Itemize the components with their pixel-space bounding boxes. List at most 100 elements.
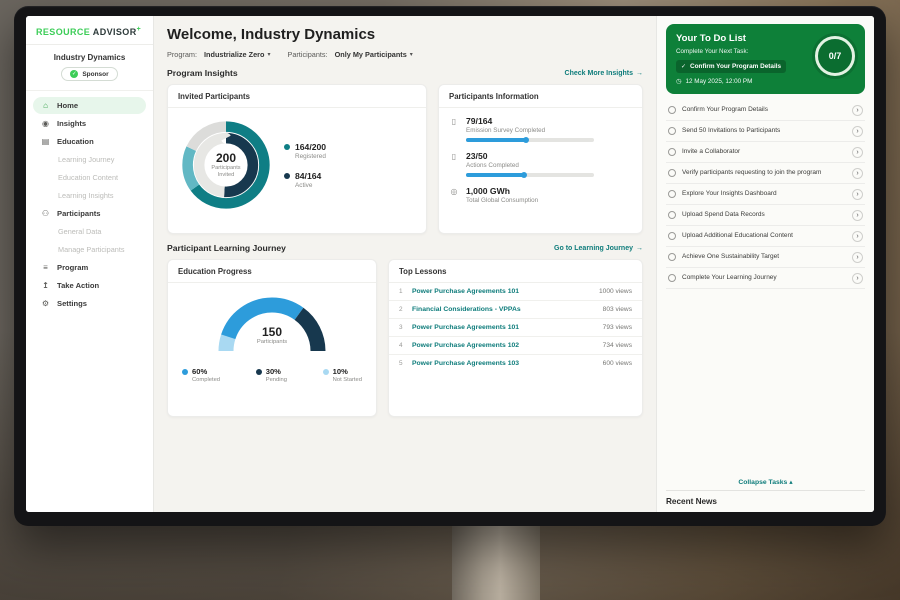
sidebar-item-learning-insights[interactable]: Learning Insights <box>33 187 146 204</box>
go-to-learning-journey-link[interactable]: Go to Learning Journey → <box>554 245 643 252</box>
task-row[interactable]: Complete Your Learning Journey › <box>666 268 865 289</box>
sidebar-item-general-data[interactable]: General Data <box>33 223 146 240</box>
sidebar-item-label: Program <box>57 263 88 272</box>
task-checkbox[interactable] <box>668 190 676 198</box>
task-checkbox[interactable] <box>668 169 676 177</box>
sidebar-item-participants[interactable]: ⚇ Participants <box>33 205 146 222</box>
arrow-right-icon: → <box>636 245 643 252</box>
card-title: Top Lessons <box>389 260 642 283</box>
task-row[interactable]: Send 50 Invitations to Participants › <box>666 121 865 142</box>
task-chevron-icon: › <box>852 168 863 179</box>
task-row[interactable]: Upload Spend Data Records › <box>666 205 865 226</box>
task-chevron-icon: › <box>852 189 863 200</box>
top-lessons-card: Top Lessons 1 Power Purchase Agreements … <box>388 259 643 417</box>
education-gauge: 150 Participants <box>212 289 332 359</box>
sidebar-nav: ⌂ Home ◉ Insights ▤ Education Learning J… <box>26 91 153 318</box>
due-date: ◷ 12 May 2025, 12:00 PM <box>676 78 855 85</box>
todo-card: Your To Do List Complete Your Next Task:… <box>666 24 865 94</box>
lesson-row[interactable]: 5 Power Purchase Agreements 103 600 view… <box>389 355 642 372</box>
check-more-insights-link[interactable]: Check More Insights → <box>565 70 643 77</box>
program-insights-header: Program Insights Check More Insights → <box>167 68 643 78</box>
task-chevron-icon: › <box>852 105 863 116</box>
task-chevron-icon: › <box>852 147 863 158</box>
lesson-row[interactable]: 2 Financial Considerations - VPPAs 803 v… <box>389 301 642 319</box>
sidebar-item-label: Participants <box>57 209 100 218</box>
donut-center: 200 Participants Invited <box>178 117 274 213</box>
settings-icon: ⚙ <box>40 299 51 308</box>
sidebar-item-manage-participants[interactable]: Manage Participants <box>33 241 146 258</box>
donut-center-label: Participants Invited <box>205 165 247 179</box>
lesson-row[interactable]: 1 Power Purchase Agreements 101 1000 vie… <box>389 283 642 301</box>
take-action-icon: ↥ <box>40 281 51 290</box>
sidebar-item-label: General Data <box>58 227 101 236</box>
sidebar-item-take-action[interactable]: ↥ Take Action <box>33 277 146 294</box>
legend-dot <box>284 173 290 179</box>
monitor-stand <box>452 522 540 600</box>
monitor-bezel: RESOURCE ADVISOR+ Industry Dynamics ✓ Sp… <box>14 6 886 526</box>
sponsor-label: Sponsor <box>82 71 108 78</box>
education-progress-card: Education Progress 150 Participants <box>167 259 377 417</box>
task-chevron-icon: › <box>852 126 863 137</box>
task-row[interactable]: Upload Additional Educational Content › <box>666 226 865 247</box>
sidebar-item-learning-journey[interactable]: Learning Journey <box>33 151 146 168</box>
sidebar-item-home[interactable]: ⌂ Home <box>33 97 146 114</box>
desk-background: RESOURCE ADVISOR+ Industry Dynamics ✓ Sp… <box>0 0 900 600</box>
card-title: Invited Participants <box>168 85 426 108</box>
lesson-row[interactable]: 3 Power Purchase Agreements 101 793 view… <box>389 319 642 337</box>
task-row[interactable]: Confirm Your Program Details › <box>666 100 865 121</box>
legend-dot <box>182 369 188 375</box>
program-icon: ≡ <box>40 263 51 272</box>
consumption-icon: ◎ <box>449 187 459 196</box>
task-row[interactable]: Verify participants requesting to join t… <box>666 163 865 184</box>
donut-center-value: 200 <box>216 151 236 165</box>
logo-plus: + <box>137 26 142 33</box>
legend-item-not-started: 10% Not Started <box>323 367 362 383</box>
sidebar-item-education-content[interactable]: Education Content <box>33 169 146 186</box>
arrow-right-icon: → <box>636 70 643 77</box>
task-checkbox[interactable] <box>668 274 676 282</box>
lesson-row[interactable]: 4 Power Purchase Agreements 102 734 view… <box>389 337 642 355</box>
sidebar-item-label: Insights <box>57 119 86 128</box>
task-checkbox[interactable] <box>668 106 676 114</box>
participants-select[interactable]: Only My Participants ▾ <box>335 50 413 59</box>
task-checkbox[interactable] <box>668 211 676 219</box>
info-row-consumption: ◎ 1,000 GWh Total Global Consumption <box>449 186 632 204</box>
gauge-center: 150 Participants <box>212 325 332 345</box>
task-chevron-icon: › <box>852 252 863 263</box>
task-checkbox[interactable] <box>668 148 676 156</box>
info-row-survey: ▯ 79/164 Emission Survey Completed <box>449 116 632 142</box>
donut-legend: 164/200 Registered 84/164 Active <box>284 142 326 189</box>
task-row[interactable]: Achieve One Sustainability Target › <box>666 247 865 268</box>
legend-item-registered: 164/200 Registered <box>284 142 326 160</box>
sidebar-item-program[interactable]: ≡ Program <box>33 259 146 276</box>
caret-up-icon: ▴ <box>789 479 792 486</box>
sidebar-item-label: Settings <box>57 299 87 308</box>
logo-resource: RESOURCE <box>36 27 90 37</box>
legend-item-completed: 60% Completed <box>182 367 220 383</box>
task-checkbox[interactable] <box>668 127 676 135</box>
task-checkbox[interactable] <box>668 232 676 240</box>
sidebar-item-settings[interactable]: ⚙ Settings <box>33 295 146 312</box>
task-checkbox[interactable] <box>668 253 676 261</box>
legend-item-active: 84/164 Active <box>284 171 326 189</box>
recent-news-header: Recent News <box>666 490 865 506</box>
participants-icon: ⚇ <box>40 209 51 218</box>
sidebar-item-label: Home <box>57 101 78 110</box>
task-row[interactable]: Explore Your Insights Dashboard › <box>666 184 865 205</box>
app-logo: RESOURCE ADVISOR+ <box>26 16 153 45</box>
sidebar-item-education[interactable]: ▤ Education <box>33 133 146 150</box>
task-row[interactable]: Invite a Collaborator › <box>666 142 865 163</box>
sponsor-badge[interactable]: ✓ Sponsor <box>61 67 117 81</box>
legend-dot <box>284 144 290 150</box>
todo-panel: Your To Do List Complete Your Next Task:… <box>656 16 874 512</box>
info-row-actions: ▯ 23/50 Actions Completed <box>449 151 632 177</box>
collapse-tasks-link[interactable]: Collapse Tasks ▴ <box>666 473 865 490</box>
main-content: Welcome, Industry Dynamics Program: Indu… <box>154 16 656 512</box>
screen: RESOURCE ADVISOR+ Industry Dynamics ✓ Sp… <box>26 16 874 512</box>
chevron-down-icon: ▾ <box>410 51 413 58</box>
sidebar-item-insights[interactable]: ◉ Insights <box>33 115 146 132</box>
check-icon: ✓ <box>681 63 686 70</box>
org-section: Industry Dynamics ✓ Sponsor <box>26 45 153 91</box>
next-task-chip[interactable]: ✓ Confirm Your Program Details <box>676 60 786 73</box>
program-select[interactable]: Industrialize Zero ▾ <box>204 50 270 59</box>
